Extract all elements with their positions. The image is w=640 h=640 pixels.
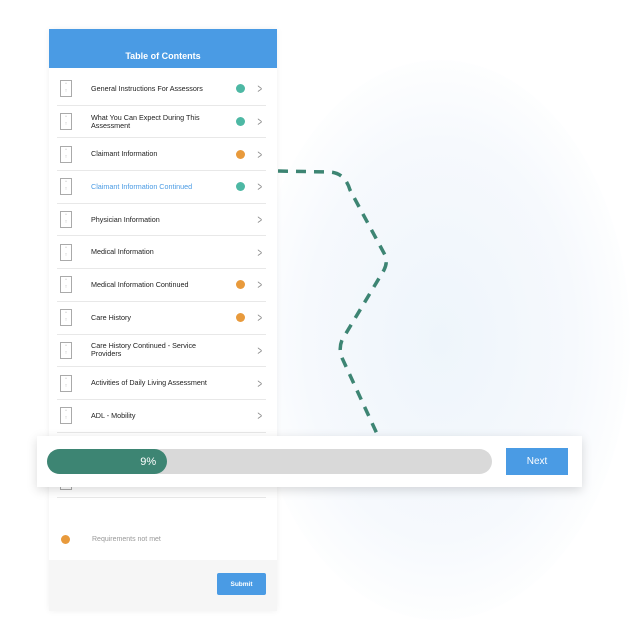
section-label: Claimant Information Continued xyxy=(91,181,193,191)
section-item[interactable]: ▫ ↑ Medical Information > xyxy=(57,236,266,270)
panel-header: Table of Contents xyxy=(49,29,277,68)
section-label: General Instructions For Assessors xyxy=(91,83,203,93)
chevron-right-icon: > xyxy=(257,81,263,97)
chevron-right-icon: > xyxy=(257,310,263,326)
chevron-right-icon: > xyxy=(257,342,263,358)
section-item[interactable]: ▫ ↑ Care History > xyxy=(57,302,266,335)
complete-status-icon xyxy=(236,182,245,192)
section-label: Medical Information xyxy=(91,247,154,257)
chevron-right-icon: > xyxy=(257,179,263,195)
incomplete-dot-icon xyxy=(61,535,70,544)
chevron-right-icon: > xyxy=(257,277,263,293)
table-of-contents-panel: Table of Contents ▫ ↑ General Instruction… xyxy=(49,29,277,611)
section-item[interactable]: ▫ ↑ What You Can Expect During This Asses… xyxy=(57,106,266,139)
section-item[interactable]: ▫ ↑ General Instructions For Assessors > xyxy=(57,73,266,106)
section-label: Activities of Daily Living Assessment xyxy=(91,378,207,388)
section-item[interactable]: ▫ ↑ Claimant Information Continued > xyxy=(57,171,266,204)
legend: Requirements not met xyxy=(61,535,161,544)
document-icon: ▫↑ xyxy=(60,341,72,359)
submit-button[interactable]: Submit xyxy=(217,573,266,595)
section-label: ADL - Mobility xyxy=(91,410,136,420)
progress-fill: 9% xyxy=(47,449,168,474)
section-label: Claimant Information xyxy=(91,149,158,159)
legend-label: Requirements not met xyxy=(92,536,161,543)
incomplete-status-icon xyxy=(236,149,245,159)
section-item[interactable]: ▫ ↑ ADL - Mobility > xyxy=(57,400,266,433)
chevron-right-icon: > xyxy=(257,408,263,424)
section-item[interactable]: ▫ ↑ Activities of Daily Living Assessment… xyxy=(57,367,266,400)
chevron-right-icon: > xyxy=(257,212,263,228)
document-icon: ▫↑ xyxy=(60,80,72,98)
document-icon: ▫↑ xyxy=(60,243,72,261)
chevron-right-icon: > xyxy=(257,244,263,260)
section-label: Care History Continued - Service Provide… xyxy=(91,341,197,359)
document-icon: ▫↑ xyxy=(60,276,72,294)
progress-label: 9% xyxy=(140,455,157,468)
section-label: What You Can Expect During This Assessme… xyxy=(91,112,200,130)
section-item[interactable]: ▫ ↑ Care History Continued - Service Prov… xyxy=(57,335,266,368)
document-icon: ▫↑ xyxy=(60,211,72,229)
section-list: ▫ ↑ General Instructions For Assessors > ▫… xyxy=(49,73,277,498)
next-button[interactable]: Next xyxy=(506,448,568,475)
complete-status-icon xyxy=(236,84,245,94)
section-item[interactable]: ▫ ↑ Claimant Information > xyxy=(57,138,266,172)
incomplete-status-icon xyxy=(236,313,245,323)
chevron-right-icon: > xyxy=(257,114,263,130)
section-label: Medical Information Continued xyxy=(91,279,189,289)
document-icon: ▫↑ xyxy=(60,145,72,163)
panel-footer: Submit xyxy=(49,560,277,611)
progress-bar: 9% xyxy=(47,449,492,474)
section-item[interactable]: ▫ ↑ Physician Information > xyxy=(57,204,266,237)
document-icon: ▫↑ xyxy=(60,374,72,392)
document-icon: ▫↑ xyxy=(60,178,72,196)
document-icon: ▫↑ xyxy=(60,407,72,425)
progress-card: 9% Next xyxy=(37,436,582,487)
section-label: Physician Information xyxy=(91,214,160,224)
document-icon: ▫↑ xyxy=(60,309,72,327)
complete-status-icon xyxy=(236,117,245,127)
incomplete-status-icon xyxy=(236,280,245,290)
section-label: Care History xyxy=(91,312,131,322)
document-icon: ▫↑ xyxy=(60,113,72,131)
section-item[interactable]: ▫ ↑ Medical Information Continued > xyxy=(57,269,266,302)
chevron-right-icon: > xyxy=(257,146,263,162)
chevron-right-icon: > xyxy=(257,375,263,391)
